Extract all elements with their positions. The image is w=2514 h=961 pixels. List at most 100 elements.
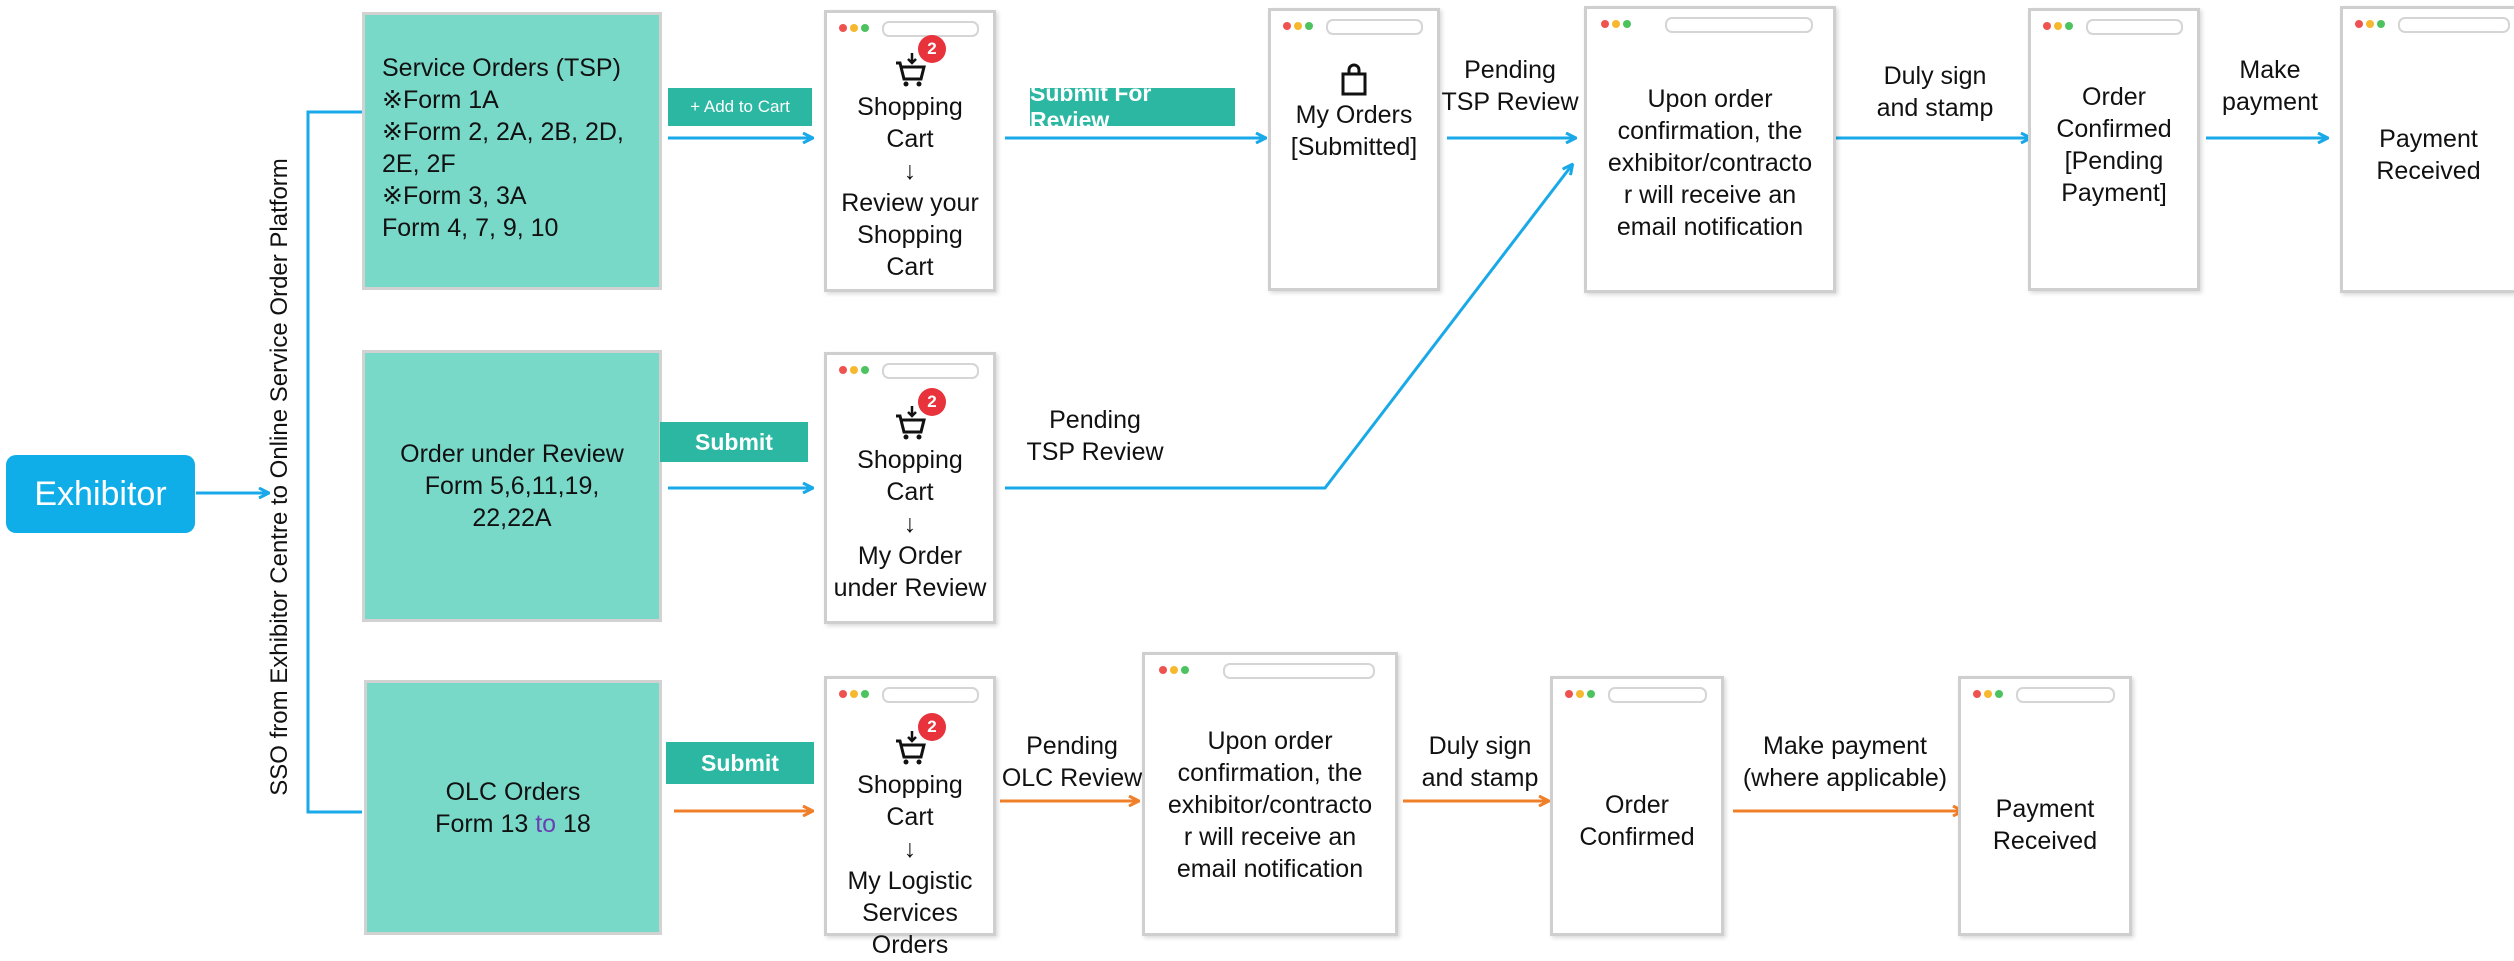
row1-duly-label: Duly sign and stamp (1850, 60, 2020, 124)
window-cart-review: 2 Shopping Cart ↓ Review your Shopping C… (824, 10, 996, 292)
confirm-line4: r will receive an (1623, 181, 1797, 209)
order-under-review-title: Order under Review (400, 440, 624, 468)
confirm-line3: exhibitor/contracto (1607, 149, 1813, 177)
cart-line4: Shopping (857, 221, 963, 249)
confirmed-line1: Order (2082, 83, 2146, 111)
cart-icon: 2 (890, 713, 946, 767)
bag-icon (1339, 63, 1369, 99)
window-cart-under-review: 2 Shopping Cart ↓ My Order under Review (824, 352, 996, 624)
olc-orders-title: OLC Orders (445, 777, 581, 806)
service-orders-title: Service Orders (TSP) (382, 54, 621, 82)
row2-submit-button[interactable]: Submit (660, 422, 808, 462)
payment-received-line2: Received (2376, 157, 2481, 185)
olc-confirmed-line1: Order (1605, 791, 1669, 819)
window-confirmation-email: Upon order confirmation, the exhibitor/c… (1584, 6, 1836, 293)
olc-confirmed-line2: Confirmed (1579, 823, 1695, 851)
cart-line4: under Review (833, 574, 987, 602)
confirm-line5: email notification (1616, 213, 1804, 241)
row1-make-payment-line1: Make (2239, 56, 2301, 84)
submit-for-review-button[interactable]: Submit For Review (1030, 80, 1235, 133)
olc-forms-end: 18 (556, 809, 591, 838)
olc-forms-start: Form 13 (435, 809, 536, 838)
row3-duly-label: Duly sign and stamp (1400, 730, 1560, 794)
olc-confirm-line1: Upon order (1207, 727, 1333, 755)
confirm-line1: Upon order (1647, 85, 1773, 113)
cart-line3: My Order (857, 542, 963, 570)
row3-pending-line1: Pending (1026, 732, 1118, 760)
row3-duly-line1: Duly sign (1428, 732, 1532, 760)
service-orders-form-1a: ※Form 1A (382, 86, 499, 114)
row3-make-payment-line1: Make payment (1763, 732, 1927, 760)
row3-pending-line2: OLC Review (1001, 764, 1143, 792)
olc-orders-forms: Form 13 to 18 (435, 808, 591, 840)
row1-duly-line2: and stamp (1876, 94, 1994, 122)
order-under-review-forms1: Form 5,6,11,19, (424, 472, 600, 500)
down-arrow-icon: ↓ (903, 510, 917, 538)
olc-payment-received-line1: Payment (1995, 795, 2095, 823)
row3-make-payment-label: Make payment (where applicable) (1725, 730, 1965, 794)
cart-icon: 2 (890, 388, 946, 442)
order-under-review-text: Order under Review Form 5,6,11,19, 22,22… (362, 350, 662, 622)
olc-confirm-line3: exhibitor/contracto (1167, 791, 1373, 819)
cart-line5: Cart (886, 253, 934, 281)
window-olc-order-confirmed: Order Confirmed (1550, 676, 1724, 936)
cart-line1: Shopping (857, 93, 963, 121)
cart-icon: 2 (890, 35, 946, 89)
olc-orders-text: OLC Orders Form 13 to 18 (364, 680, 662, 935)
row3-submit-button[interactable]: Submit (666, 742, 814, 784)
cart-line2: Cart (886, 125, 934, 153)
row1-pending-label: Pending TSP Review (1440, 54, 1580, 118)
row2-pending-label: Pending TSP Review (1020, 404, 1170, 468)
service-orders-text: Service Orders (TSP) ※Form 1A ※Form 2, 2… (382, 52, 682, 244)
row1-duly-line1: Duly sign (1883, 62, 1987, 90)
cart-line1: Shopping (857, 446, 963, 474)
add-to-cart-button[interactable]: + Add to Cart (668, 88, 812, 126)
window-olc-payment-received: Payment Received (1958, 676, 2132, 936)
my-orders-line2: [Submitted] (1290, 133, 1418, 161)
row1-pending-line1: Pending (1464, 56, 1556, 84)
row3-duly-line2: and stamp (1421, 764, 1539, 792)
cart-line2: Cart (886, 478, 934, 506)
cart-line3: My Logistic (847, 867, 973, 895)
window-cart-logistic: 2 Shopping Cart ↓ My Logistic Services O… (824, 676, 996, 959)
payment-received-line1: Payment (2379, 125, 2478, 153)
cart-badge: 2 (918, 35, 946, 63)
row1-make-payment-line2: payment (2222, 88, 2318, 116)
row1-pending-line2: TSP Review (1441, 88, 1579, 116)
row2-pending-line1: Pending (1049, 406, 1141, 434)
service-orders-form-4: Form 4, 7, 9, 10 (382, 214, 559, 242)
confirm-line2: confirmation, the (1617, 117, 1803, 145)
olc-confirm-line2: confirmation, the (1177, 759, 1363, 787)
my-orders-line1: My Orders (1295, 101, 1413, 129)
cart-line4: Services (862, 899, 958, 927)
cart-line3: Review your (841, 189, 979, 217)
cart-badge: 2 (918, 713, 946, 741)
down-arrow-icon: ↓ (903, 835, 917, 863)
order-under-review-forms2: 22,22A (472, 504, 552, 532)
row2-pending-line2: TSP Review (1026, 438, 1164, 466)
confirmed-line2: Confirmed (2056, 115, 2172, 143)
confirmed-line3: [Pending (2064, 147, 2164, 175)
platform-label: SSO from Exhibitor Centre to Online Serv… (266, 158, 293, 796)
platform-bracket (306, 110, 362, 814)
olc-forms-to: to (535, 809, 557, 838)
row3-make-payment-line2: (where applicable) (1742, 764, 1948, 792)
cart-line2: Cart (886, 803, 934, 831)
olc-confirm-line4: r will receive an (1183, 823, 1357, 851)
confirmed-line4: Payment] (2061, 179, 2167, 207)
window-payment-received: Payment Received (2340, 6, 2514, 293)
window-my-orders: My Orders [Submitted] (1268, 8, 1440, 291)
cart-line5: Orders (871, 931, 949, 959)
window-order-confirmed-pending: Order Confirmed [Pending Payment] (2028, 8, 2200, 291)
olc-payment-received-line2: Received (1992, 827, 2098, 855)
down-arrow-icon: ↓ (903, 157, 917, 185)
row1-make-payment-label: Make payment (2205, 54, 2335, 118)
olc-confirm-line5: email notification (1176, 855, 1364, 883)
window-olc-confirmation-email: Upon order confirmation, the exhibitor/c… (1142, 652, 1398, 936)
cart-line1: Shopping (857, 771, 963, 799)
row3-pending-label: Pending OLC Review (996, 730, 1148, 794)
service-orders-form-2e: 2E, 2F (382, 150, 456, 178)
service-orders-form-2: ※Form 2, 2A, 2B, 2D, (382, 118, 624, 146)
service-orders-form-3: ※Form 3, 3A (382, 182, 527, 210)
cart-badge: 2 (918, 388, 946, 416)
